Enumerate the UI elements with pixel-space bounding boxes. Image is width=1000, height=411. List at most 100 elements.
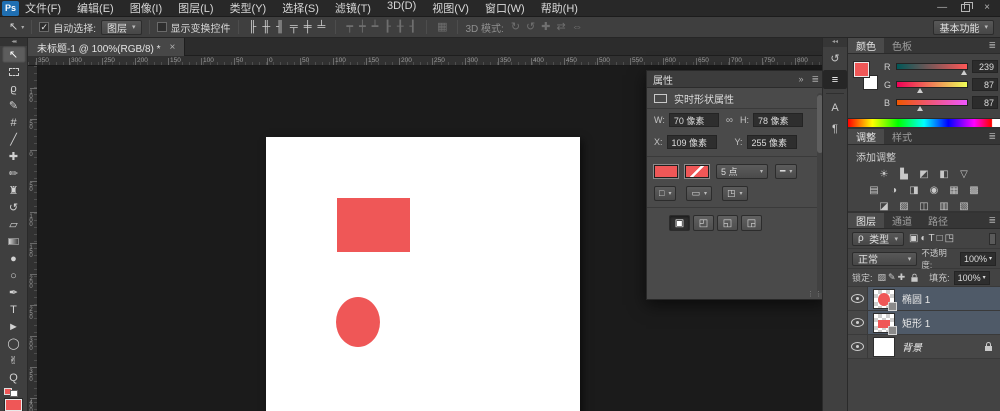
auto-select-checkbox[interactable]: ✓	[39, 22, 49, 32]
menu-item-4[interactable]: 类型(Y)	[230, 0, 267, 16]
tab-swatches[interactable]: 色板	[884, 38, 920, 53]
panel-resize-grip[interactable]: ⋮⋮	[807, 290, 823, 298]
hue-saturation-icon[interactable]: ▤	[867, 184, 882, 197]
auto-align-layers-icon[interactable]: ▦	[434, 20, 450, 34]
invert-icon[interactable]: ◪	[877, 200, 892, 213]
history-brush-tool[interactable]: ↺	[2, 199, 26, 216]
stroke-corners-select[interactable]: ◳▾	[722, 186, 748, 201]
close-button[interactable]: ×	[984, 3, 990, 13]
3d-rotate-icon[interactable]: ↻	[508, 21, 523, 33]
menu-item-6[interactable]: 滤镜(T)	[335, 0, 371, 16]
align-right-edges-icon[interactable]: ╢	[273, 21, 287, 33]
crop-tool[interactable]: #	[2, 114, 26, 131]
intersect-shapes-button[interactable]: ◱	[717, 215, 738, 231]
tab-layers[interactable]: 图层	[848, 213, 884, 228]
3d-scale-icon[interactable]: ⇔	[569, 21, 586, 33]
distribute-left-edges-icon[interactable]: ┠	[381, 21, 394, 33]
distribute-top-edges-icon[interactable]: ┯	[343, 21, 356, 33]
eyedropper-tool[interactable]: ╱	[2, 131, 26, 148]
channel-slider[interactable]	[896, 81, 968, 88]
auto-select-target-select[interactable]: 图层 ▾	[101, 20, 142, 35]
character-panel-icon[interactable]: A	[823, 98, 847, 117]
menu-item-3[interactable]: 图层(L)	[178, 0, 213, 16]
slider-handle-icon[interactable]	[917, 88, 923, 93]
visibility-cell[interactable]	[848, 335, 868, 358]
default-colors-icon[interactable]	[4, 388, 18, 397]
blend-mode-select[interactable]: 正常 ▾	[852, 252, 917, 266]
rectangle-shape[interactable]	[337, 198, 410, 252]
channel-mixer-icon[interactable]: ▦	[947, 184, 962, 197]
3d-slide-icon[interactable]: ⇄	[553, 21, 568, 33]
tab-paths[interactable]: 路径	[920, 213, 956, 228]
toolbar-collapse-handle[interactable]: ◂◂	[0, 38, 27, 46]
align-left-edges-icon[interactable]: ╟	[246, 21, 260, 33]
panel-menu-icon[interactable]: ≣	[988, 129, 1000, 144]
menu-item-5[interactable]: 选择(S)	[282, 0, 319, 16]
tab-styles[interactable]: 样式	[884, 129, 920, 144]
combine-shapes-button[interactable]: ▣	[669, 215, 690, 231]
panel-menu-icon[interactable]: ≣	[988, 38, 1000, 53]
align-horizontal-centers-icon[interactable]: ╫	[259, 21, 273, 33]
filter-shape-layers-icon[interactable]: □	[936, 233, 944, 244]
stroke-width-field[interactable]: 5 点 ▾	[716, 164, 768, 179]
threshold-icon[interactable]: ◫	[917, 200, 932, 213]
selective-color-icon[interactable]: ▧	[957, 200, 972, 213]
color-balance-icon[interactable]: ◑	[887, 184, 902, 197]
stroke-style-select[interactable]: ━ ▾	[775, 164, 797, 179]
foreground-color-swatch[interactable]	[854, 62, 869, 77]
align-vertical-centers-icon[interactable]: ╪	[301, 21, 315, 33]
ellipse-tool[interactable]: ◯	[2, 335, 26, 352]
tab-channels[interactable]: 通道	[884, 213, 920, 228]
lasso-tool[interactable]: ϱ	[2, 80, 26, 97]
align-top-edges-icon[interactable]: ╤	[287, 21, 301, 33]
visibility-cell[interactable]	[848, 287, 868, 310]
layer-thumbnail[interactable]	[873, 313, 895, 333]
visibility-cell[interactable]	[848, 311, 868, 334]
history-panel-icon[interactable]: ↺	[823, 49, 847, 68]
pen-tool[interactable]: ✒	[2, 284, 26, 301]
subtract-front-shape-button[interactable]: ◰	[693, 215, 714, 231]
menu-item-10[interactable]: 帮助(H)	[541, 0, 578, 16]
slider-handle-icon[interactable]	[961, 70, 967, 75]
lock-image-pixels-icon[interactable]: ✎	[887, 272, 897, 282]
dock-expand-handle[interactable]: ◂◂	[823, 38, 847, 47]
3d-drag-icon[interactable]: ✚	[538, 21, 553, 33]
channel-value-field[interactable]: 239	[972, 60, 998, 73]
rectangular-marquee-tool[interactable]	[2, 63, 26, 80]
eye-icon[interactable]	[851, 318, 864, 327]
fill-field[interactable]: 100% ▾	[954, 271, 990, 285]
collapse-panel-icon[interactable]: »	[798, 74, 803, 85]
blur-tool[interactable]: ●	[2, 250, 26, 267]
eye-icon[interactable]	[851, 294, 864, 303]
eye-icon[interactable]	[851, 342, 864, 351]
path-selection-tool[interactable]: ►	[2, 318, 26, 335]
channel-value-field[interactable]: 87	[972, 78, 998, 91]
eraser-tool[interactable]: ▱	[2, 216, 26, 233]
brightness-contrast-icon[interactable]: ☀	[877, 168, 892, 181]
posterize-icon[interactable]: ▨	[897, 200, 912, 213]
quick-selection-tool[interactable]: ✎	[2, 97, 26, 114]
menu-item-0[interactable]: 文件(F)	[25, 0, 61, 16]
filter-smart-objects-icon[interactable]: ◳	[944, 233, 955, 244]
filter-type-layers-icon[interactable]: T	[928, 233, 936, 244]
levels-icon[interactable]: ▙	[897, 168, 912, 181]
show-transform-checkbox[interactable]	[157, 22, 167, 32]
distribute-horizontal-centers-icon[interactable]: ╂	[394, 21, 407, 33]
menu-item-2[interactable]: 图像(I)	[130, 0, 162, 16]
distribute-bottom-edges-icon[interactable]: ┷	[369, 21, 382, 33]
workspace-switcher-button[interactable]: 基本功能 ▾	[933, 20, 994, 35]
panel-menu-icon[interactable]: ≣	[811, 74, 819, 85]
layer-filter-toggle[interactable]	[989, 233, 996, 245]
lock-position-icon[interactable]: ✚	[897, 272, 907, 282]
exposure-icon[interactable]: ◧	[937, 168, 952, 181]
width-field[interactable]: 70 像素	[669, 113, 719, 127]
photo-filter-icon[interactable]: ◉	[927, 184, 942, 197]
clone-stamp-tool[interactable]: ♜	[2, 182, 26, 199]
ellipse-shape[interactable]	[336, 297, 380, 347]
layer-filter-kind-select[interactable]: ρ 类型 ▾	[852, 232, 904, 246]
channel-slider[interactable]	[896, 99, 968, 106]
tab-color[interactable]: 颜色	[848, 38, 884, 53]
tab-adjustments[interactable]: 调整	[848, 129, 884, 144]
exclude-overlapping-shapes-button[interactable]: ◲	[741, 215, 762, 231]
type-tool[interactable]: T	[2, 301, 26, 318]
